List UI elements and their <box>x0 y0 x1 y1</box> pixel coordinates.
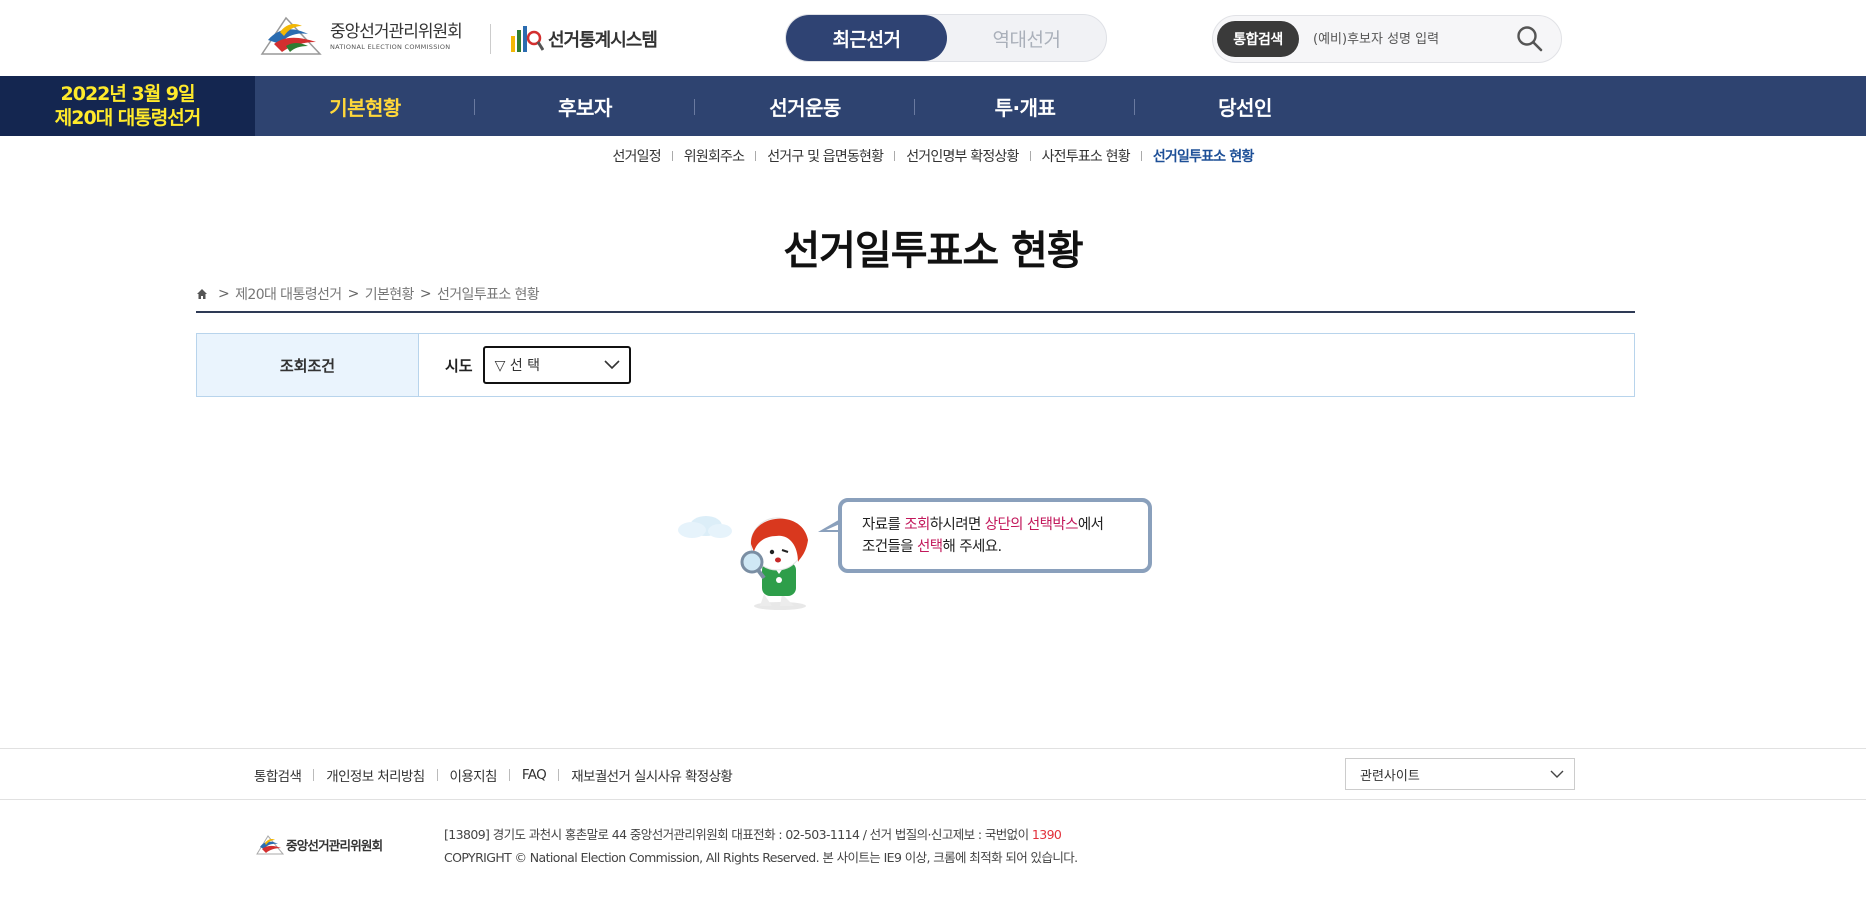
election-date: 2022년 3월 9일 <box>60 83 196 105</box>
stat-system-logo[interactable]: 선거통계시스템 <box>510 22 658 56</box>
footer-divider <box>313 769 315 781</box>
breadcrumb-underline <box>196 311 1635 313</box>
related-sites-label: 관련사이트 <box>1360 768 1420 784</box>
past-elections-tab[interactable]: 역대선거 <box>947 15 1106 61</box>
nav-item-voting-counting[interactable]: 투·개표 <box>915 76 1135 136</box>
mascot-illustration <box>678 516 808 610</box>
subnav-voter-register[interactable]: 선거인명부 확정상황 <box>906 146 1019 166</box>
subnav-divider <box>671 151 673 161</box>
footer-link-integrated-search[interactable]: 통합검색 <box>254 765 302 785</box>
sido-select[interactable]: ▽ 선 택 <box>482 346 631 384</box>
search-icon[interactable] <box>1515 24 1545 54</box>
breadcrumb-election[interactable]: 제20대 대통령선거 <box>235 284 342 304</box>
conditions-label: 조회조건 <box>197 334 419 396</box>
footer-divider <box>508 769 510 781</box>
breadcrumb-basic-status[interactable]: 기본현황 <box>365 284 415 304</box>
subnav-election-day-polling-stations[interactable]: 선거일투표소 현황 <box>1153 146 1255 166</box>
subnav-divider <box>894 151 896 161</box>
recent-elections-tab[interactable]: 최근선거 <box>786 15 947 61</box>
page-title: 선거일투표소 현황 <box>783 228 1083 274</box>
stat-system-title: 선거통계시스템 <box>548 30 658 51</box>
footer-link-by-election[interactable]: 재보궐선거 실시사유 확정상황 <box>571 765 733 785</box>
footer-copyright: COPYRIGHT © National Election Commission… <box>444 850 1078 865</box>
nec-emblem-icon <box>260 16 322 55</box>
nec-emblem-icon <box>256 835 284 855</box>
bar-chart-magnifier-icon <box>511 26 544 52</box>
subnav-divider <box>1029 151 1031 161</box>
footer-logo-text: 중앙선거관리위원회 <box>286 837 383 853</box>
report-number: 1390 <box>1031 827 1062 842</box>
subnav-committee-address[interactable]: 위원회주소 <box>684 146 745 166</box>
breadcrumb: > 제20대 대통령선거 > 기본현황 > 선거일투표소 현황 <box>196 284 540 304</box>
nav-item-basic-status[interactable]: 기본현황 <box>255 76 475 136</box>
main-nav: 2022년 3월 9일 제20대 대통령선거 기본현황 후보자 선거운동 투·개… <box>0 76 1866 136</box>
footer-link-faq[interactable]: FAQ <box>522 767 547 783</box>
integrated-search: 통합검색 <box>1212 15 1562 63</box>
sido-label: 시도 <box>445 356 473 375</box>
related-sites-select[interactable]: 관련사이트 <box>1345 758 1575 790</box>
sub-nav: 선거일정 위원회주소 선거구 및 읍면동현황 선거인명부 확정상황 사전투표소 … <box>0 146 1866 166</box>
election-period-toggle: 최근선거 역대선거 <box>785 14 1107 62</box>
logo-divider <box>490 24 491 54</box>
footer-link-terms[interactable]: 이용지침 <box>450 765 498 785</box>
subnav-election-schedule[interactable]: 선거일정 <box>612 146 661 166</box>
integrated-search-badge[interactable]: 통합검색 <box>1217 21 1299 57</box>
footer-divider <box>436 769 438 781</box>
nec-logo[interactable]: 중앙선거관리위원회 NATIONAL ELECTION COMMISSION <box>258 10 473 58</box>
nav-item-campaign[interactable]: 선거운동 <box>695 76 915 136</box>
breadcrumb-current: 선거일투표소 현황 <box>436 287 540 303</box>
home-icon[interactable] <box>196 288 208 300</box>
footer-info: [13809] 경기도 과천시 홍촌말로 44 중앙선거관리위원회 대표전화 :… <box>444 823 1078 869</box>
nav-item-candidates[interactable]: 후보자 <box>475 76 695 136</box>
subnav-divider <box>1140 151 1142 161</box>
instruction-line-1: 자료를 조회하시려면 상단의 선택박스에서 <box>862 517 1104 533</box>
chevron-down-icon <box>1550 770 1564 778</box>
candidate-search-input[interactable] <box>1313 28 1513 50</box>
nav-item-winners[interactable]: 당선인 <box>1135 76 1355 136</box>
site-header: 중앙선거관리위원회 NATIONAL ELECTION COMMISSION 선… <box>0 0 1866 76</box>
subnav-divider <box>755 151 757 161</box>
instruction-bubble: 자료를 조회하시려면 상단의 선택박스에서 조건들을 선택해 주세요. <box>838 498 1152 573</box>
sido-select-value: ▽ 선 택 <box>494 358 541 374</box>
footer-logo: 중앙선거관리위원회 <box>254 832 383 856</box>
subnav-districts[interactable]: 선거구 및 읍면동현황 <box>767 146 884 166</box>
footer-links: 통합검색 개인정보 처리방침 이용지침 FAQ 재보궐선거 실시사유 확정상황 <box>254 765 733 785</box>
footer-address: [13809] 경기도 과천시 홍촌말로 44 중앙선거관리위원회 대표전화 :… <box>444 827 1062 842</box>
search-conditions: 조회조건 시도 ▽ 선 택 <box>196 333 1635 397</box>
chevron-down-icon <box>604 360 620 370</box>
election-name: 제20대 대통령선거 <box>54 107 201 129</box>
nec-logo-english: NATIONAL ELECTION COMMISSION <box>330 43 451 51</box>
election-date-banner: 2022년 3월 9일 제20대 대통령선거 <box>0 76 255 136</box>
footer-divider <box>558 769 560 781</box>
subnav-early-polling-stations[interactable]: 사전투표소 현황 <box>1042 146 1131 166</box>
instruction-line-2: 조건들을 선택해 주세요. <box>862 539 1002 555</box>
footer-link-privacy[interactable]: 개인정보 처리방침 <box>326 765 425 785</box>
footer-links-bar: 통합검색 개인정보 처리방침 이용지침 FAQ 재보궐선거 실시사유 확정상황 … <box>0 748 1866 800</box>
nec-logo-korean: 중앙선거관리위원회 <box>330 22 463 42</box>
